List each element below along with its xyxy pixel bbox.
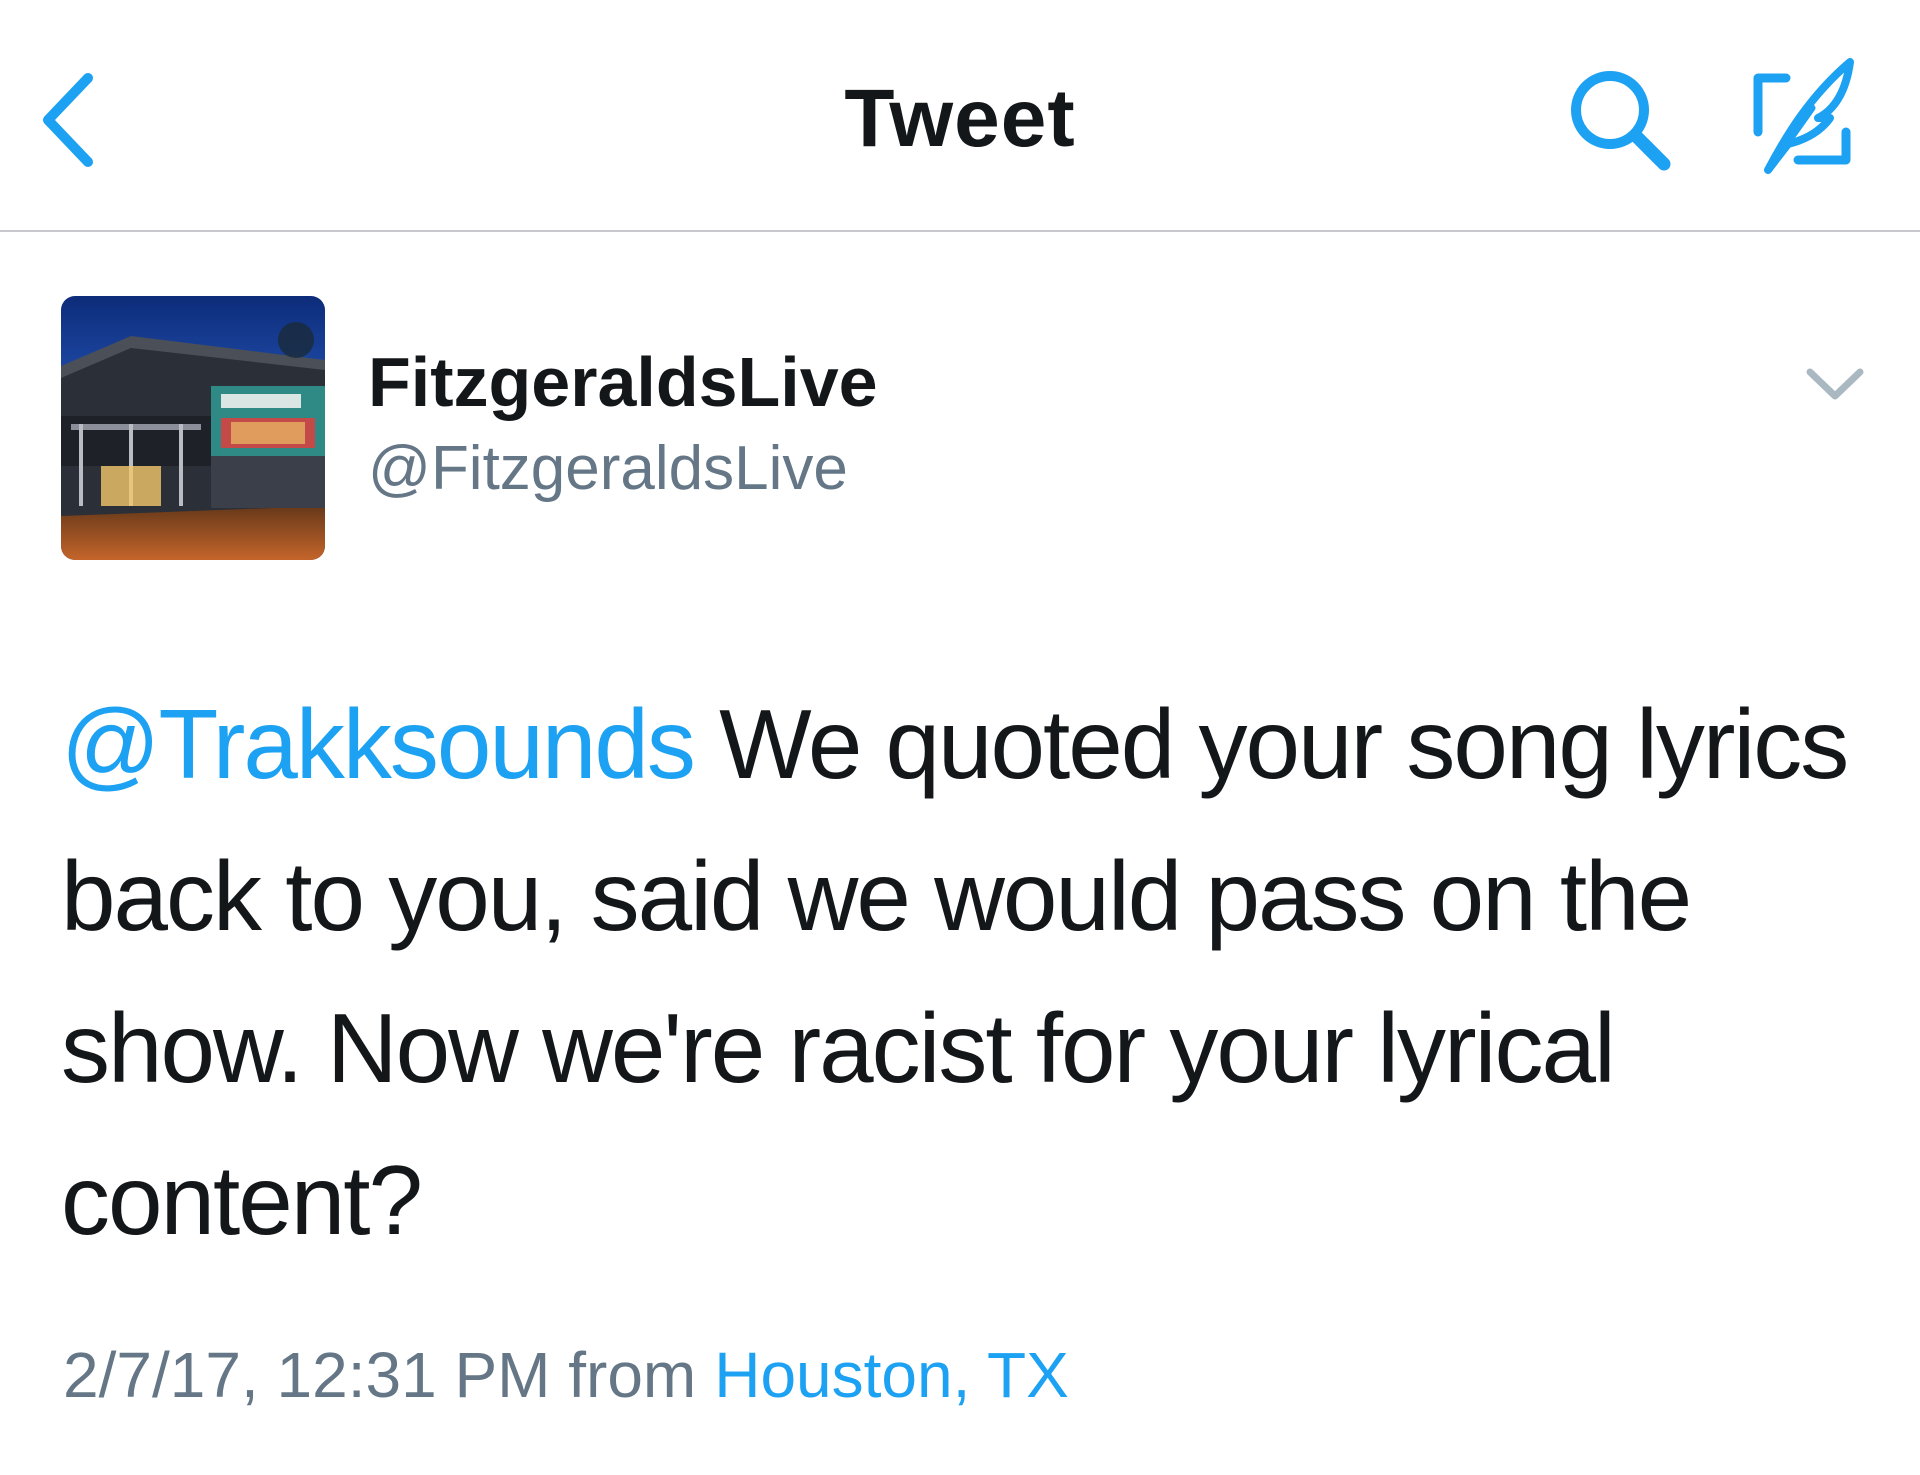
compose-tweet-icon	[1753, 58, 1854, 174]
timestamp: 2/7/17, 12:31 PM from	[63, 1339, 697, 1411]
chevron-left-icon	[43, 73, 93, 167]
back-button[interactable]	[30, 60, 140, 180]
mention-link[interactable]: @Trakksounds	[61, 689, 696, 799]
display-name[interactable]: FitzgeraldsLive	[368, 342, 878, 422]
user-handle[interactable]: @FitzgeraldsLive	[368, 433, 848, 504]
search-button[interactable]	[1560, 62, 1680, 182]
navigation-bar: Tweet	[0, 0, 1920, 232]
tweet-options-button[interactable]	[1800, 360, 1870, 410]
location-link[interactable]: Houston, TX	[714, 1339, 1069, 1411]
search-icon	[1571, 71, 1671, 171]
chevron-down-icon	[1806, 368, 1864, 400]
tweet-text: @Trakksounds We quoted your song lyrics …	[61, 668, 1861, 1276]
tweet-meta: 2/7/17, 12:31 PM from Houston, TX	[63, 1338, 1069, 1412]
compose-tweet-button[interactable]	[1738, 52, 1868, 182]
avatar[interactable]	[61, 296, 325, 560]
venue-photo-icon	[61, 296, 325, 560]
